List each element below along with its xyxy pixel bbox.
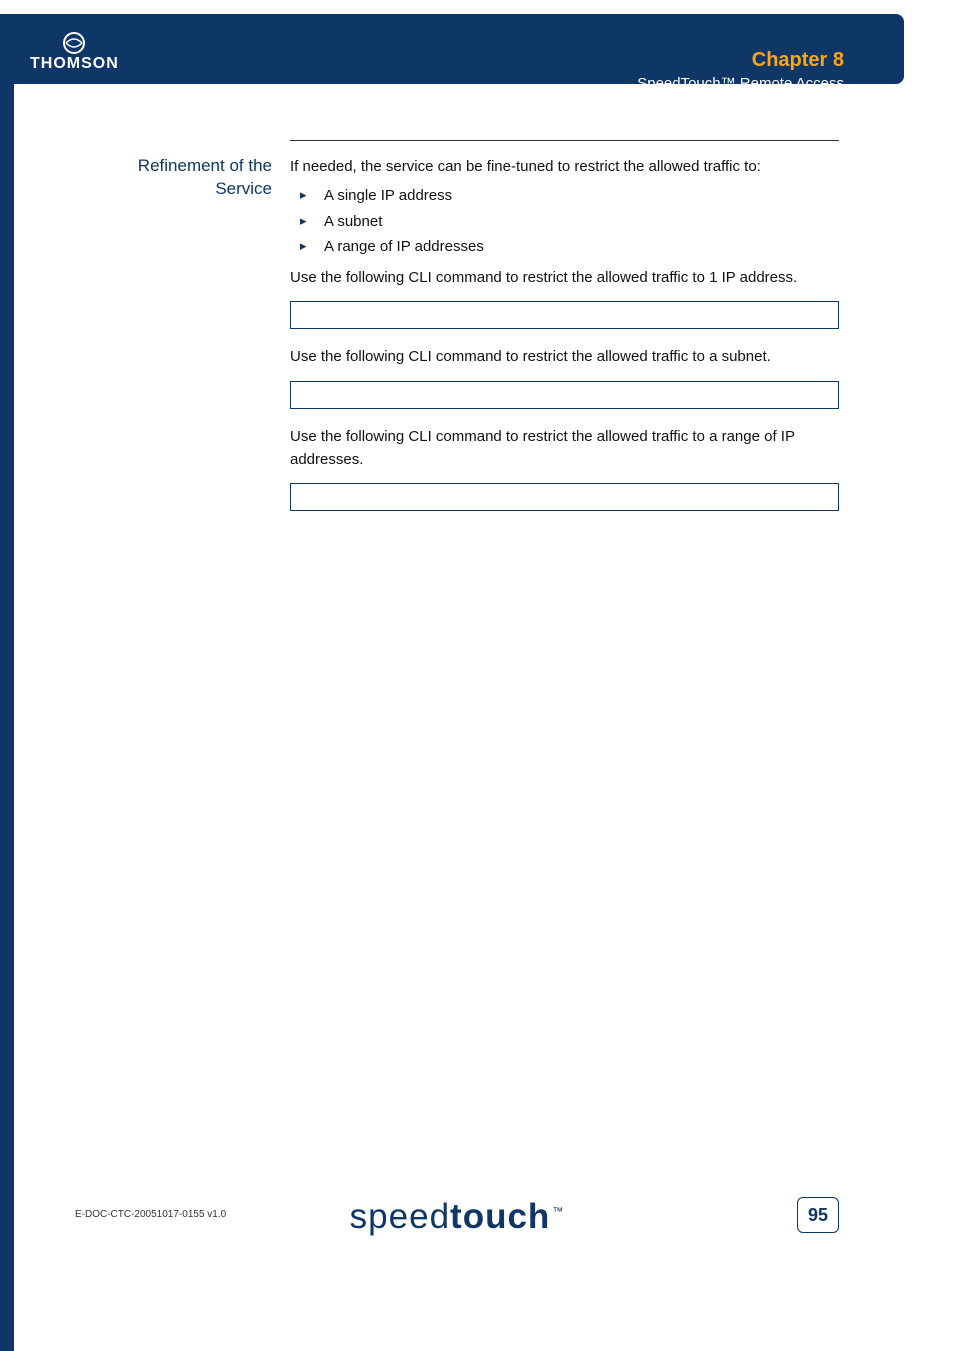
thomson-logo-text: THOMSON [30,55,119,72]
cli-instruction-3: Use the following CLI command to restric… [290,425,839,472]
cli-box-3 [290,483,839,511]
header-right: Chapter 8 SpeedTouch™ Remote Access [637,49,844,92]
bullet-item: A single IP address [290,184,839,207]
content-area: Refinement of the Service If needed, the… [120,140,839,527]
cli-box-1 [290,301,839,329]
brand-tm: ™ [552,1206,564,1218]
speedtouch-brand: speedtouch™ [350,1197,565,1237]
cli-instruction-2: Use the following CLI command to restric… [290,345,839,368]
intro-text: If needed, the service can be fine-tuned… [290,155,839,178]
bullet-list: A single IP address A subnet A range of … [290,184,839,258]
section-rule [290,140,839,141]
thomson-logo: THOMSON [30,32,119,73]
cli-instruction-1: Use the following CLI command to restric… [290,266,839,289]
header-bar: THOMSON Chapter 8 SpeedTouch™ Remote Acc… [0,14,904,84]
bullet-item: A subnet [290,210,839,233]
bullet-item: A range of IP addresses [290,235,839,258]
section-refinement: Refinement of the Service If needed, the… [120,155,839,527]
chapter-subtitle: SpeedTouch™ Remote Access [637,75,844,92]
edoc-number: E-DOC-CTC-20051017-0155 v1.0 [75,1209,226,1220]
cli-box-2 [290,381,839,409]
brand-light: speed [350,1197,450,1236]
thomson-globe-icon [63,32,85,54]
section-body: If needed, the service can be fine-tuned… [290,155,839,527]
left-blue-strip [0,14,14,1351]
footer: E-DOC-CTC-20051017-0155 v1.0 speedtouch™… [75,1191,839,1241]
section-label: Refinement of the Service [120,155,290,527]
brand-bold: touch [450,1197,550,1236]
chapter-title: Chapter 8 [637,49,844,72]
page-number: 95 [797,1197,839,1233]
